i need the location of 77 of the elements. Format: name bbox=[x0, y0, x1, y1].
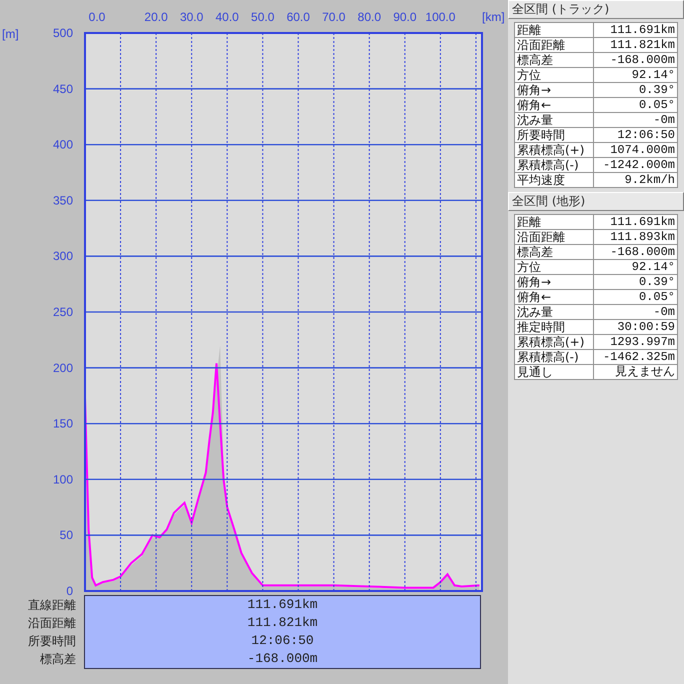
stat-label: 距離 bbox=[514, 214, 594, 230]
stat-value: -168.000m bbox=[593, 244, 678, 260]
stat-value: 9.2km/h bbox=[593, 172, 678, 188]
tick-label: 250 bbox=[52, 305, 73, 319]
tick-label: 200 bbox=[52, 360, 73, 375]
tick-label: 50.0 bbox=[251, 10, 274, 24]
tick-label: 350 bbox=[52, 193, 73, 208]
axis-unit: [m] bbox=[2, 27, 19, 41]
tick-label: 20.0 bbox=[144, 10, 168, 24]
stat-value: 92.14° bbox=[593, 260, 678, 274]
stat-label: 累積標高(+) bbox=[514, 142, 594, 158]
stat-value: 12:06:50 bbox=[593, 128, 678, 142]
stat-value: 0.39° bbox=[593, 274, 678, 290]
stat-value: 見えません bbox=[593, 364, 678, 380]
stat-value: 0.05° bbox=[593, 98, 678, 112]
stat-value: 111.691km bbox=[593, 214, 678, 230]
stat-label: 標高差 bbox=[514, 52, 594, 68]
stat-value: 0.39° bbox=[593, 82, 678, 98]
stat-value: 111.691km bbox=[593, 22, 678, 38]
tick-label: 400 bbox=[52, 138, 73, 152]
stat-label: 方位 bbox=[514, 260, 594, 274]
stat-label: 沿面距離 bbox=[514, 38, 594, 52]
stat-label: 距離 bbox=[514, 22, 594, 38]
stat-label: 俯角→ bbox=[514, 82, 594, 98]
stat-label: 累積標高(-) bbox=[514, 350, 594, 364]
stat-value: -168.000m bbox=[593, 52, 678, 68]
tick-label: 70.0 bbox=[322, 10, 346, 24]
tick-label: 40.0 bbox=[215, 10, 239, 24]
stat-label: 沈み量 bbox=[514, 112, 594, 128]
tick-label: 90.0 bbox=[393, 10, 417, 24]
tick-label: 500 bbox=[52, 26, 73, 40]
stat-label: 沿面距離 bbox=[514, 230, 594, 244]
summary-value: 12:06:50 bbox=[251, 632, 314, 650]
stat-label: 俯角← bbox=[514, 290, 594, 304]
summary-label: 直線距離 bbox=[28, 597, 76, 614]
stat-label: 方位 bbox=[514, 68, 594, 82]
summary-value: 111.821km bbox=[247, 614, 318, 632]
tick-label: 80.0 bbox=[358, 10, 382, 24]
stat-label: 俯角→ bbox=[514, 274, 594, 290]
tick-label: 60.0 bbox=[286, 10, 310, 24]
stat-value: 1074.000m bbox=[593, 142, 678, 158]
section-header[interactable]: 全区間 (地形) bbox=[508, 192, 684, 211]
tick-label: 450 bbox=[52, 82, 73, 96]
stat-label: 累積標高(-) bbox=[514, 158, 594, 172]
stat-value: 111.821km bbox=[593, 38, 678, 52]
tick-label: 100 bbox=[52, 472, 73, 486]
stat-value: -0m bbox=[593, 112, 678, 128]
stat-value: 1293.997m bbox=[593, 334, 678, 350]
tick-label: 100.0 bbox=[425, 10, 456, 24]
tick-label: 300 bbox=[52, 249, 73, 264]
summary-label: 所要時間 bbox=[28, 633, 76, 650]
stat-value: -0m bbox=[593, 304, 678, 320]
tick-label: 30.0 bbox=[180, 10, 204, 24]
stat-value: -1462.325m bbox=[593, 350, 678, 364]
tick-label: 150 bbox=[52, 416, 73, 431]
stat-label: 累積標高(+) bbox=[514, 334, 594, 350]
summary-label: 沿面距離 bbox=[28, 615, 76, 632]
stat-value: 0.05° bbox=[593, 290, 678, 304]
tick-label: 0 bbox=[66, 584, 73, 598]
stat-label: 標高差 bbox=[514, 244, 594, 260]
stat-value: -1242.000m bbox=[593, 158, 678, 172]
stat-value: 30:00:59 bbox=[593, 320, 678, 334]
tick-label: 0.0 bbox=[88, 10, 106, 24]
stat-label: 平均速度 bbox=[514, 172, 594, 188]
stat-label: 見通し bbox=[514, 364, 594, 380]
stat-value: 92.14° bbox=[593, 68, 678, 82]
stat-label: 俯角← bbox=[514, 98, 594, 112]
summary-value: -168.000m bbox=[247, 650, 318, 668]
stat-label: 推定時間 bbox=[514, 320, 594, 334]
summary-label: 標高差 bbox=[40, 651, 76, 668]
stat-label: 所要時間 bbox=[514, 128, 594, 142]
tick-label: 50 bbox=[60, 528, 73, 542]
axis-unit: [km] bbox=[482, 10, 505, 24]
stat-label: 沈み量 bbox=[514, 304, 594, 320]
section-header[interactable]: 全区間 (トラック) bbox=[508, 0, 684, 19]
summary-value: 111.691km bbox=[247, 596, 318, 614]
stat-value: 111.893km bbox=[593, 230, 678, 244]
